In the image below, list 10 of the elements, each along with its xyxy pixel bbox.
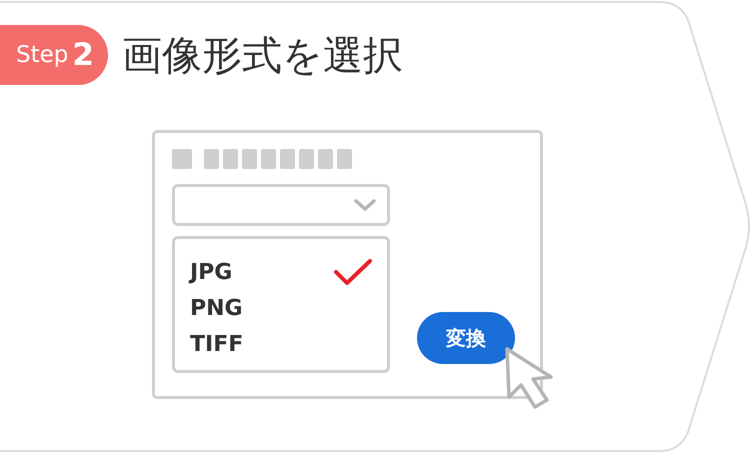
step-title: 画像形式を選択 — [122, 32, 403, 80]
format-option[interactable]: JPG — [190, 257, 373, 288]
dropdown-field[interactable] — [172, 184, 390, 226]
step-number: 2 — [72, 37, 94, 73]
check-icon — [333, 258, 373, 288]
format-option[interactable]: TIFF — [190, 329, 373, 360]
format-option[interactable]: PNG — [190, 293, 373, 324]
placeholder-block — [172, 149, 192, 169]
chevron-down-icon — [353, 198, 377, 212]
step-label: Step — [16, 42, 68, 68]
